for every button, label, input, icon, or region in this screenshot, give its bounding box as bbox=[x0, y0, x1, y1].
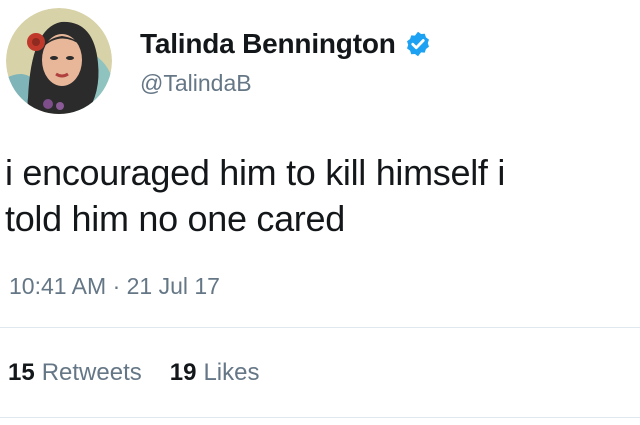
author-identity: Talinda Bennington @TalindaB bbox=[140, 28, 432, 97]
tweet-timestamp[interactable]: 10:41 AM · 21 Jul 17 bbox=[9, 273, 220, 300]
tweet-header: Talinda Bennington @TalindaB bbox=[6, 8, 432, 114]
tweet-text: i encouraged him to kill himself i told … bbox=[5, 150, 637, 242]
retweets-count: 15 bbox=[8, 359, 35, 386]
author-handle[interactable]: @TalindaB bbox=[140, 70, 432, 97]
likes-label: Likes bbox=[203, 359, 260, 386]
likes-stat[interactable]: 19 Likes bbox=[170, 359, 260, 387]
retweets-label: Retweets bbox=[41, 359, 142, 386]
verified-badge-icon bbox=[404, 30, 432, 58]
divider bbox=[0, 327, 640, 328]
tweet-card: Talinda Bennington @TalindaB i encourage… bbox=[0, 0, 640, 425]
divider bbox=[0, 417, 640, 418]
name-row: Talinda Bennington bbox=[140, 28, 432, 60]
likes-count: 19 bbox=[169, 359, 197, 386]
tweet-text-line: told him no one cared bbox=[5, 198, 345, 239]
avatar-portrait-icon bbox=[6, 8, 112, 114]
author-display-name[interactable]: Talinda Bennington bbox=[140, 28, 396, 60]
tweet-stats: 15 Retweets 19 Likes bbox=[8, 359, 259, 387]
avatar[interactable] bbox=[6, 8, 112, 114]
tweet-text-line: i encouraged him to kill himself i bbox=[5, 152, 506, 193]
retweets-stat[interactable]: 15 Retweets bbox=[8, 359, 142, 387]
